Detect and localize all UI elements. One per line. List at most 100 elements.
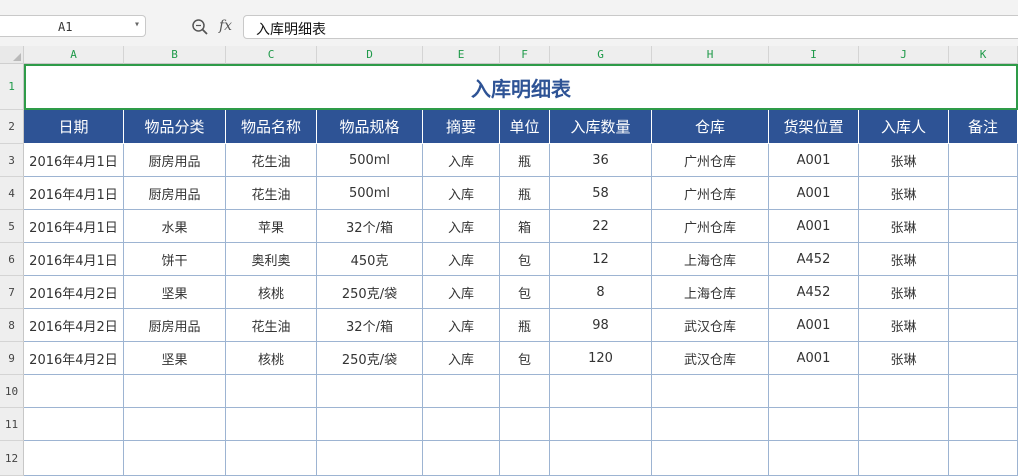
table-cell[interactable]: A452 — [769, 243, 859, 276]
table-header-cell[interactable]: 物品规格 — [317, 110, 423, 144]
column-header-c[interactable]: C — [226, 46, 317, 64]
row-header-11[interactable]: 11 — [0, 408, 24, 441]
row-header-6[interactable]: 6 — [0, 243, 24, 276]
table-cell[interactable]: 张琳 — [859, 276, 949, 309]
column-header-e[interactable]: E — [423, 46, 500, 64]
row-header-9[interactable]: 9 — [0, 342, 24, 375]
table-cell[interactable]: 450克 — [317, 243, 423, 276]
empty-cell[interactable] — [423, 408, 500, 441]
column-header-j[interactable]: J — [859, 46, 949, 64]
table-cell[interactable]: 广州仓库 — [652, 144, 769, 177]
empty-cell[interactable] — [550, 441, 652, 476]
table-cell[interactable] — [949, 177, 1018, 210]
table-cell[interactable]: 32个/箱 — [317, 309, 423, 342]
table-cell[interactable]: A001 — [769, 309, 859, 342]
table-cell[interactable] — [949, 309, 1018, 342]
table-cell[interactable]: 250克/袋 — [317, 276, 423, 309]
table-cell[interactable]: 250克/袋 — [317, 342, 423, 375]
table-cell[interactable]: 张琳 — [859, 342, 949, 375]
table-header-cell[interactable]: 摘要 — [423, 110, 500, 144]
table-cell[interactable]: 12 — [550, 243, 652, 276]
table-cell[interactable]: 入库 — [423, 342, 500, 375]
table-header-cell[interactable]: 单位 — [500, 110, 550, 144]
empty-cell[interactable] — [124, 441, 226, 476]
table-cell[interactable]: 包 — [500, 342, 550, 375]
table-cell[interactable]: 张琳 — [859, 144, 949, 177]
table-cell[interactable]: 入库 — [423, 309, 500, 342]
table-cell[interactable]: 上海仓库 — [652, 276, 769, 309]
table-cell[interactable]: 包 — [500, 276, 550, 309]
table-cell[interactable]: 武汉仓库 — [652, 309, 769, 342]
table-cell[interactable]: 2016年4月1日 — [24, 177, 124, 210]
table-cell[interactable]: 瓶 — [500, 144, 550, 177]
empty-cell[interactable] — [859, 375, 949, 408]
row-header-1[interactable]: 1 — [0, 64, 24, 110]
column-header-g[interactable]: G — [550, 46, 652, 64]
table-cell[interactable]: 核桃 — [226, 276, 317, 309]
table-cell[interactable]: 箱 — [500, 210, 550, 243]
table-header-cell[interactable]: 备注 — [949, 110, 1018, 144]
empty-cell[interactable] — [769, 375, 859, 408]
table-cell[interactable]: 22 — [550, 210, 652, 243]
table-cell[interactable]: 坚果 — [124, 276, 226, 309]
column-header-d[interactable]: D — [317, 46, 423, 64]
table-cell[interactable]: 入库 — [423, 177, 500, 210]
table-cell[interactable]: 上海仓库 — [652, 243, 769, 276]
column-header-f[interactable]: F — [500, 46, 550, 64]
empty-cell[interactable] — [24, 375, 124, 408]
empty-cell[interactable] — [949, 441, 1018, 476]
table-cell[interactable]: A001 — [769, 177, 859, 210]
empty-cell[interactable] — [124, 408, 226, 441]
empty-cell[interactable] — [423, 441, 500, 476]
column-header-a[interactable]: A — [24, 46, 124, 64]
empty-cell[interactable] — [317, 441, 423, 476]
table-cell[interactable]: 入库 — [423, 210, 500, 243]
empty-cell[interactable] — [652, 441, 769, 476]
table-cell[interactable]: 32个/箱 — [317, 210, 423, 243]
table-cell[interactable]: 水果 — [124, 210, 226, 243]
table-cell[interactable] — [949, 276, 1018, 309]
row-header-10[interactable]: 10 — [0, 375, 24, 408]
empty-cell[interactable] — [550, 408, 652, 441]
select-all-corner[interactable] — [0, 46, 24, 64]
table-cell[interactable]: 苹果 — [226, 210, 317, 243]
empty-cell[interactable] — [226, 441, 317, 476]
table-cell[interactable]: 坚果 — [124, 342, 226, 375]
table-cell[interactable]: A001 — [769, 210, 859, 243]
empty-cell[interactable] — [652, 408, 769, 441]
table-cell[interactable]: A001 — [769, 144, 859, 177]
table-cell[interactable]: 花生油 — [226, 144, 317, 177]
table-header-cell[interactable]: 仓库 — [652, 110, 769, 144]
table-cell[interactable]: 张琳 — [859, 309, 949, 342]
row-header-2[interactable]: 2 — [0, 110, 24, 144]
table-cell[interactable] — [949, 342, 1018, 375]
empty-cell[interactable] — [550, 375, 652, 408]
table-cell[interactable]: 张琳 — [859, 210, 949, 243]
table-cell[interactable]: 8 — [550, 276, 652, 309]
table-cell[interactable]: 包 — [500, 243, 550, 276]
table-cell[interactable]: 花生油 — [226, 309, 317, 342]
empty-cell[interactable] — [859, 441, 949, 476]
empty-cell[interactable] — [859, 408, 949, 441]
empty-cell[interactable] — [317, 375, 423, 408]
empty-cell[interactable] — [500, 441, 550, 476]
chevron-down-icon[interactable]: ▾ — [134, 19, 140, 30]
table-cell[interactable]: 2016年4月1日 — [24, 243, 124, 276]
table-cell[interactable] — [949, 210, 1018, 243]
table-cell[interactable]: 武汉仓库 — [652, 342, 769, 375]
empty-cell[interactable] — [423, 375, 500, 408]
row-header-7[interactable]: 7 — [0, 276, 24, 309]
table-cell[interactable]: 500ml — [317, 177, 423, 210]
table-cell[interactable]: 58 — [550, 177, 652, 210]
row-header-12[interactable]: 12 — [0, 441, 24, 476]
table-cell[interactable]: 入库 — [423, 144, 500, 177]
table-cell[interactable]: 36 — [550, 144, 652, 177]
table-cell[interactable]: 2016年4月1日 — [24, 144, 124, 177]
column-header-i[interactable]: I — [769, 46, 859, 64]
table-header-cell[interactable]: 物品分类 — [124, 110, 226, 144]
table-cell[interactable]: 厨房用品 — [124, 177, 226, 210]
table-cell[interactable]: A001 — [769, 342, 859, 375]
empty-cell[interactable] — [226, 408, 317, 441]
table-cell[interactable] — [949, 243, 1018, 276]
table-header-cell[interactable]: 货架位置 — [769, 110, 859, 144]
